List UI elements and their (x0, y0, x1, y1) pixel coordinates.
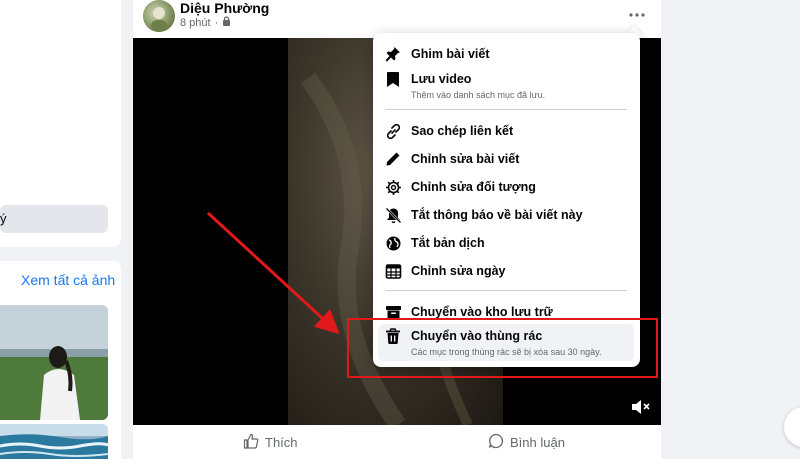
menu-item-label: Ghim bài viết (411, 47, 490, 61)
photo-thumbnail[interactable] (0, 424, 108, 459)
pencil-icon (383, 149, 403, 169)
see-all-photos-link[interactable]: Xem tất cả ảnh (21, 272, 115, 288)
menu-divider (385, 290, 627, 291)
like-label: Thích (265, 435, 298, 450)
lock-icon (222, 16, 231, 29)
left-pill-label: ý (0, 211, 7, 226)
comment-icon (488, 433, 504, 452)
comment-button[interactable]: Bình luận (488, 433, 565, 452)
calendar-icon (383, 261, 403, 281)
menu-item-edit-audience[interactable]: Chỉnh sửa đối tượng (381, 177, 633, 197)
more-options-button[interactable] (622, 4, 652, 24)
menu-item-label: Chỉnh sửa bài viết (411, 152, 520, 166)
post-actions: Thích Bình luận (133, 425, 661, 459)
floating-button[interactable] (784, 407, 800, 447)
gear-icon (383, 177, 403, 197)
photo-person-image (0, 305, 108, 420)
like-button[interactable]: Thích (243, 433, 298, 452)
bookmark-icon (383, 69, 403, 89)
menu-item-edit-date[interactable]: Chỉnh sửa ngày (381, 261, 633, 281)
volume-muted-icon[interactable] (630, 398, 650, 416)
menu-item-pin-post[interactable]: Ghim bài viết (381, 44, 633, 64)
thumbs-up-icon (243, 433, 259, 452)
menu-item-copy-link[interactable]: Sao chép liên kết (381, 121, 633, 141)
menu-item-turn-off-translation[interactable]: Tắt bản dịch (381, 233, 633, 253)
left-pill-button[interactable]: ý (0, 205, 108, 233)
post-author-name[interactable]: Diệu Phường (180, 0, 269, 16)
menu-item-label: Tắt bản dịch (411, 236, 485, 250)
photo-sea-image (0, 424, 108, 459)
post-meta: 8 phút · (180, 16, 231, 29)
globe-icon (383, 233, 403, 253)
menu-item-save-video[interactable]: Lưu video Thêm vào danh sách mục đã lưu. (381, 69, 633, 101)
menu-item-label: Chỉnh sửa đối tượng (411, 180, 536, 194)
menu-item-label: Tắt thông báo về bài viết này (411, 208, 583, 222)
bell-off-icon (383, 205, 403, 225)
pin-icon (383, 44, 403, 64)
menu-item-label: Lưu video (411, 72, 472, 86)
post-time[interactable]: 8 phút (180, 17, 211, 29)
menu-divider (385, 109, 627, 110)
menu-item-mute-notifications[interactable]: Tắt thông báo về bài viết này (381, 205, 633, 225)
annotation-highlight-box (347, 318, 658, 378)
link-icon (383, 121, 403, 141)
menu-item-subtitle: Thêm vào danh sách mục đã lưu. (411, 90, 546, 100)
menu-item-label: Sao chép liên kết (411, 124, 514, 138)
photo-thumbnail[interactable] (0, 305, 108, 420)
menu-item-edit-post[interactable]: Chỉnh sửa bài viết (381, 149, 633, 169)
menu-item-label: Chỉnh sửa ngày (411, 264, 506, 278)
comment-label: Bình luận (510, 435, 565, 450)
more-horizontal-icon (629, 13, 645, 17)
avatar[interactable] (143, 0, 175, 32)
